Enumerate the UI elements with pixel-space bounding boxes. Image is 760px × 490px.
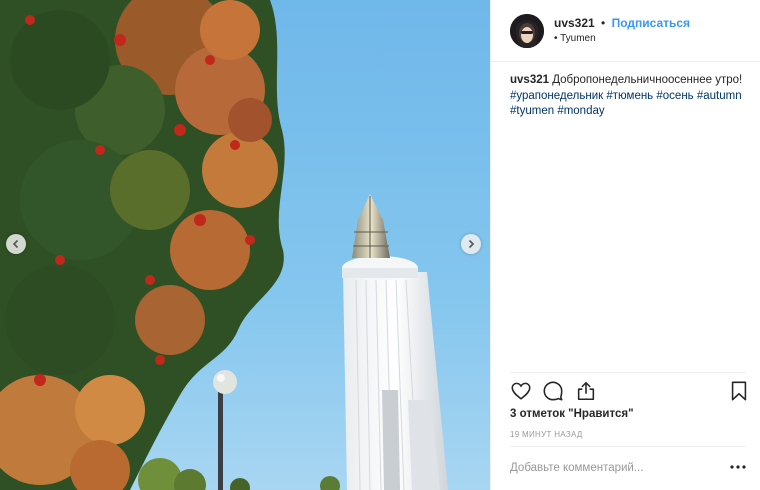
avatar[interactable] bbox=[510, 14, 544, 48]
more-options-icon[interactable] bbox=[729, 460, 747, 474]
header-user-row: uvs321 • Подписаться bbox=[554, 16, 690, 30]
post-side-panel: uvs321 • Подписаться • Tyumen uvs321 Доб… bbox=[490, 0, 760, 490]
heart-icon[interactable] bbox=[510, 380, 532, 402]
next-photo-button[interactable] bbox=[461, 234, 481, 254]
author-username[interactable]: uvs321 bbox=[554, 16, 595, 30]
post-header: uvs321 • Подписаться • Tyumen bbox=[491, 0, 760, 62]
caption-username[interactable]: uvs321 bbox=[510, 74, 549, 86]
comment-input[interactable] bbox=[510, 458, 715, 478]
caption-text: Добропонедельничноосеннее утро! bbox=[552, 74, 743, 86]
hashtag-link[interactable]: #урапонедельник bbox=[510, 90, 603, 102]
hashtag-link[interactable]: #осень bbox=[656, 90, 693, 102]
post-photo[interactable] bbox=[0, 0, 490, 490]
photo-image bbox=[0, 0, 490, 490]
separator-dot: • bbox=[601, 16, 606, 30]
comment-icon[interactable] bbox=[542, 380, 564, 402]
hashtag-link[interactable]: #autumn bbox=[697, 90, 742, 102]
chevron-left-icon bbox=[12, 239, 19, 249]
caption-hashtags: #урапонедельник #тюмень #осень #autumn #… bbox=[510, 89, 750, 120]
chevron-right-icon bbox=[468, 239, 475, 249]
bookmark-icon[interactable] bbox=[728, 380, 750, 402]
avatar-image bbox=[510, 14, 544, 48]
actions-divider bbox=[510, 372, 746, 373]
likes-count[interactable]: 3 отметок "Нравится" bbox=[510, 408, 634, 420]
share-icon[interactable] bbox=[575, 380, 597, 402]
hashtag-link[interactable]: #tyumen bbox=[510, 105, 554, 117]
post-caption: uvs321 Добропонедельничноосеннее утро! #… bbox=[510, 73, 750, 120]
post-timestamp: 19 МИНУТ НАЗАД bbox=[510, 430, 583, 439]
previous-photo-button[interactable] bbox=[6, 234, 26, 254]
location-link[interactable]: • Tyumen bbox=[554, 33, 596, 44]
comment-divider bbox=[510, 446, 746, 447]
hashtag-link[interactable]: #тюмень bbox=[606, 90, 653, 102]
follow-button[interactable]: Подписаться bbox=[612, 16, 690, 30]
hashtag-link[interactable]: #monday bbox=[557, 105, 604, 117]
